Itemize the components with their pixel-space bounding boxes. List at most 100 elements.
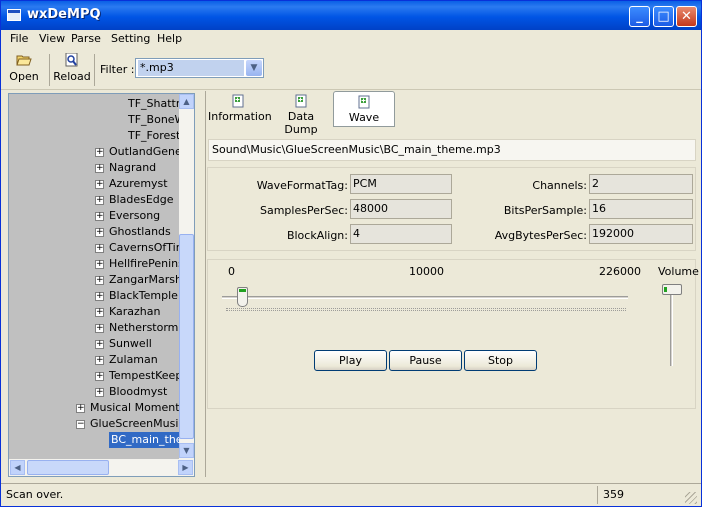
- expand-icon[interactable]: +: [95, 388, 104, 397]
- expand-icon[interactable]: +: [95, 276, 104, 285]
- scroll-up-icon[interactable]: ▲: [179, 94, 194, 109]
- reload-label: Reload: [53, 70, 91, 83]
- tab-data-dump[interactable]: Data Dump: [270, 91, 332, 136]
- close-button[interactable]: ✕: [676, 6, 697, 27]
- bits-per-sample-label: BitsPerSample:: [503, 204, 587, 217]
- collapse-icon[interactable]: −: [76, 420, 85, 429]
- samples-per-sec-label: SamplesPerSec:: [259, 204, 348, 217]
- add-page-icon: [232, 94, 244, 108]
- tree-item[interactable]: Azuremyst: [109, 176, 168, 192]
- play-button[interactable]: Play: [314, 350, 387, 371]
- block-align-label: BlockAlign:: [286, 229, 348, 242]
- toolbar-separator: [94, 54, 95, 86]
- status-count: 359: [603, 488, 624, 501]
- app-window: wxDeMPQ _ □ ✕ File View Parse Setting He…: [0, 0, 702, 507]
- expand-icon[interactable]: +: [95, 356, 104, 365]
- menu-setting[interactable]: Setting: [111, 32, 150, 45]
- expand-icon[interactable]: +: [95, 212, 104, 221]
- expand-icon[interactable]: +: [95, 340, 104, 349]
- menu-parse[interactable]: Parse: [71, 32, 101, 45]
- title-bar[interactable]: wxDeMPQ _ □ ✕: [1, 1, 701, 30]
- expand-icon[interactable]: +: [95, 324, 104, 333]
- tree-item[interactable]: Ghostlands: [109, 224, 171, 240]
- tree-item[interactable]: Netherstorm: [109, 320, 178, 336]
- volume-slider-thumb[interactable]: [662, 284, 682, 295]
- expand-icon[interactable]: +: [95, 228, 104, 237]
- tree-item[interactable]: Musical Moments: [90, 400, 185, 416]
- tree-item[interactable]: Eversong: [109, 208, 160, 224]
- tree-item[interactable]: TF_BoneW: [128, 112, 185, 128]
- filter-value[interactable]: *.mp3: [138, 60, 244, 76]
- magnifier-icon: [65, 53, 78, 67]
- expand-icon[interactable]: +: [95, 244, 104, 253]
- position-slider-thumb[interactable]: [237, 287, 248, 307]
- menu-file[interactable]: File: [10, 32, 28, 45]
- tree-vertical-scrollbar[interactable]: ▲ ▼: [179, 94, 194, 459]
- expand-icon[interactable]: +: [76, 404, 85, 413]
- position-max-label: 226000: [599, 265, 641, 278]
- tree-item[interactable]: BlackTemple: [109, 288, 178, 304]
- tree-horizontal-scrollbar[interactable]: ◀ ▶: [9, 459, 194, 476]
- tree-item[interactable]: BladesEdge: [109, 192, 174, 208]
- maximize-button[interactable]: □: [653, 6, 674, 27]
- avg-bytes-per-sec-field: 192000: [589, 224, 693, 244]
- scroll-thumb[interactable]: [179, 234, 194, 439]
- filter-label: Filter :: [100, 63, 135, 76]
- filter-combobox[interactable]: *.mp3 ▼: [135, 58, 264, 78]
- menu-help[interactable]: Help: [157, 32, 182, 45]
- expand-icon[interactable]: +: [95, 196, 104, 205]
- expand-icon[interactable]: +: [95, 308, 104, 317]
- close-icon: ✕: [681, 9, 692, 24]
- open-button[interactable]: Open: [7, 53, 41, 87]
- tab-wave[interactable]: Wave: [333, 91, 395, 127]
- position-slider-ticks: [226, 308, 626, 311]
- player-panel: 0 10000 226000 Volume Play Pause Stop: [207, 259, 699, 409]
- tree-item[interactable]: Karazhan: [109, 304, 160, 320]
- add-page-icon: [295, 94, 307, 108]
- expand-icon[interactable]: +: [95, 372, 104, 381]
- stop-button[interactable]: Stop: [464, 350, 537, 371]
- scroll-down-icon[interactable]: ▼: [179, 443, 194, 458]
- expand-icon[interactable]: +: [95, 180, 104, 189]
- chevron-down-icon[interactable]: ▼: [246, 60, 262, 76]
- expand-icon[interactable]: +: [95, 164, 104, 173]
- open-label: Open: [9, 70, 39, 83]
- pane-splitter[interactable]: [197, 93, 203, 477]
- reload-button[interactable]: Reload: [53, 53, 91, 87]
- status-separator: [597, 486, 598, 504]
- tree-item[interactable]: Sunwell: [109, 336, 152, 352]
- scroll-left-icon[interactable]: ◀: [10, 460, 25, 475]
- tree-item[interactable]: CavernsOfTim: [109, 240, 186, 256]
- samples-per-sec-field: 48000: [350, 199, 452, 219]
- volume-slider[interactable]: [670, 286, 673, 366]
- maximize-icon: □: [657, 9, 670, 24]
- expand-icon[interactable]: +: [95, 260, 104, 269]
- tree-item[interactable]: TempestKeep: [109, 368, 182, 384]
- tree-item[interactable]: Bloodmyst: [109, 384, 167, 400]
- menu-view[interactable]: View: [39, 32, 65, 45]
- tree-item[interactable]: Nagrand: [109, 160, 156, 176]
- channels-field: 2: [589, 174, 693, 194]
- channels-label: Channels:: [532, 179, 587, 192]
- expand-icon[interactable]: +: [95, 148, 104, 157]
- tree-item[interactable]: TF_Shattr: [128, 96, 180, 112]
- pause-button[interactable]: Pause: [389, 350, 462, 371]
- tree-item[interactable]: GlueScreenMusic: [90, 416, 184, 432]
- file-path: Sound\Music\GlueScreenMusic\BC_main_them…: [208, 139, 696, 161]
- menu-bar: File View Parse Setting Help: [1, 30, 701, 49]
- minimize-button[interactable]: _: [629, 6, 650, 27]
- resize-grip-icon[interactable]: [685, 492, 697, 504]
- tree-item[interactable]: TF_Forest: [128, 128, 180, 144]
- expand-icon[interactable]: +: [95, 292, 104, 301]
- tree-item[interactable]: ZangarMarsh: [109, 272, 182, 288]
- tab-information-label: Information: [208, 110, 272, 123]
- position-slider[interactable]: [222, 296, 628, 299]
- status-bar: Scan over. 359: [1, 483, 701, 506]
- tab-information[interactable]: Information: [208, 91, 272, 127]
- wave-format-label: WaveFormatTag:: [256, 179, 348, 192]
- scroll-right-icon[interactable]: ▶: [178, 460, 193, 475]
- scroll-thumb[interactable]: [27, 460, 109, 475]
- tab-data-dump-label: Data Dump: [284, 110, 318, 136]
- tree-item[interactable]: Zulaman: [109, 352, 158, 368]
- wave-properties: WaveFormatTag: PCM SamplesPerSec: 48000 …: [207, 167, 696, 251]
